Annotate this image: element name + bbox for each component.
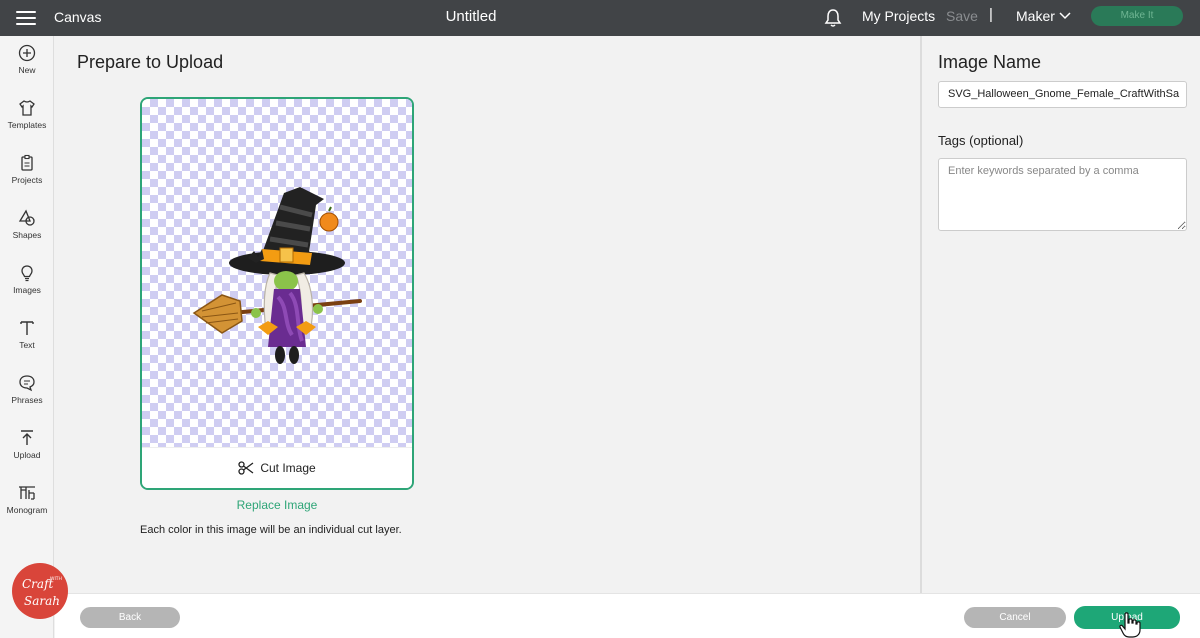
page-title: Prepare to Upload	[77, 52, 224, 72]
sidebar-item-label: Projects	[11, 175, 43, 185]
chevron-down-icon[interactable]	[1059, 12, 1071, 20]
text-icon	[20, 321, 34, 335]
sidebar-item-new[interactable]: New	[0, 44, 54, 94]
plus-circle-icon	[18, 44, 36, 62]
cut-image-label: Cut Image	[260, 461, 316, 475]
speech-bubble-icon	[19, 375, 35, 392]
sidebar-item-shapes[interactable]: Shapes	[0, 209, 54, 259]
svg-text:WITH: WITH	[50, 576, 62, 582]
sidebar-item-images[interactable]: Images	[0, 264, 54, 314]
sidebar-item-label: Shapes	[12, 230, 42, 240]
upload-icon	[21, 430, 33, 445]
topbar-separator: |	[989, 6, 993, 23]
image-name-input[interactable]: SVG_Halloween_Gnome_Female_CraftWithSa	[938, 81, 1187, 108]
sidebar-item-label: Templates	[7, 120, 47, 130]
make-it-button[interactable]: Make It	[1091, 6, 1183, 26]
sidebar-item-phrases[interactable]: Phrases	[0, 374, 54, 424]
svg-text:Craft: Craft	[22, 577, 54, 591]
shirt-icon	[19, 100, 35, 116]
sidebar-item-label: Monogram	[6, 505, 48, 515]
save-button[interactable]: Save	[946, 8, 978, 24]
image-preview-card: Cut Image	[140, 97, 414, 490]
scissors-icon	[238, 461, 254, 475]
sidebar-item-monogram[interactable]: Monogram	[0, 484, 54, 534]
svg-text:Sarah: Sarah	[24, 594, 60, 608]
sidebar-item-label: New	[18, 65, 36, 75]
machine-selector[interactable]: Maker	[1016, 8, 1055, 24]
left-sidebar: New Templates Projects Shapes Images Tex…	[0, 36, 54, 638]
sidebar-item-label: Text	[19, 340, 35, 350]
my-projects-link[interactable]: My Projects	[862, 8, 935, 24]
cancel-button[interactable]: Cancel	[964, 607, 1066, 628]
lightbulb-icon	[21, 265, 33, 282]
bell-icon[interactable]	[823, 8, 843, 28]
upload-button[interactable]: Upload	[1074, 606, 1180, 629]
clipboard-icon	[21, 154, 33, 171]
shapes-icon	[18, 209, 35, 226]
image-name-label: Image Name	[938, 52, 1042, 72]
tags-input[interactable]	[938, 158, 1187, 231]
bottom-bar: Back Cancel Upload	[55, 593, 1200, 638]
sidebar-item-label: Images	[13, 285, 41, 295]
sidebar-item-templates[interactable]: Templates	[0, 99, 54, 149]
cut-image-toggle[interactable]: Cut Image	[142, 447, 412, 488]
sidebar-item-label: Phrases	[11, 395, 43, 405]
top-bar: Canvas Untitled My Projects Save | Maker…	[0, 0, 1200, 36]
document-title[interactable]: Untitled	[0, 8, 942, 25]
craft-with-sarah-logo: Craft WITH Sarah	[12, 563, 68, 619]
sidebar-item-projects[interactable]: Projects	[0, 154, 54, 204]
right-panel: Image Name SVG_Halloween_Gnome_Female_Cr…	[920, 36, 1200, 593]
sidebar-item-upload[interactable]: Upload	[0, 429, 54, 479]
sidebar-item-text[interactable]: Text	[0, 319, 54, 369]
monogram-icon	[19, 486, 35, 500]
gnome-witch-image	[192, 187, 362, 364]
sidebar-item-label: Upload	[13, 450, 41, 460]
cut-layer-note: Each color in this image will be an indi…	[140, 524, 402, 536]
tags-label: Tags (optional)	[938, 133, 1024, 148]
replace-image-link[interactable]: Replace Image	[140, 498, 414, 512]
main-content: Prepare to Upload Cut Image Replace Imag…	[55, 36, 920, 593]
